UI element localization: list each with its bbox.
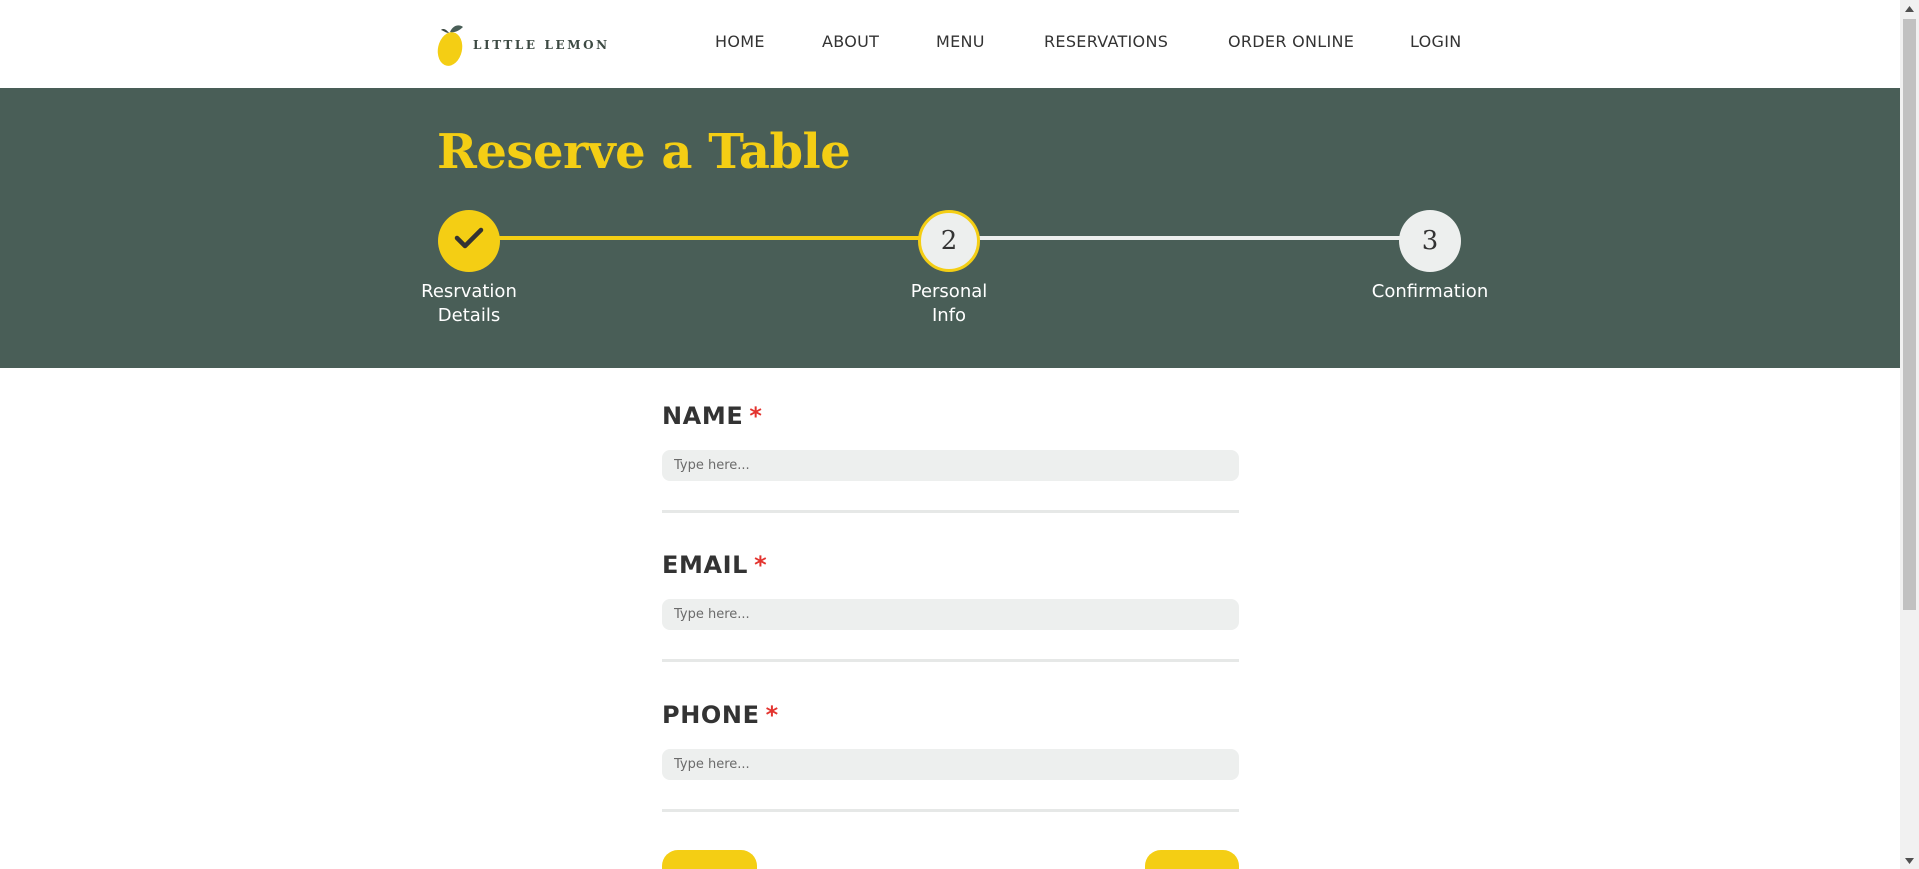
main-nav: HOME ABOUT MENU RESERVATIONS ORDER ONLIN… [0, 32, 1900, 56]
back-button[interactable]: Back [662, 850, 757, 869]
phone-input[interactable] [662, 749, 1239, 780]
email-field: EMAIL * [662, 549, 1239, 662]
name-input[interactable] [662, 450, 1239, 481]
page: LITTLE LEMON HOME ABOUT MENU RESERVATION… [0, 0, 1900, 869]
step-2-number: 2 [940, 226, 958, 256]
step-3-label: Confirmation [1340, 280, 1520, 304]
phone-field: PHONE * [662, 699, 1239, 812]
required-marker: * [765, 701, 779, 729]
step-connector-completed [468, 236, 949, 240]
nav-menu[interactable]: MENU [936, 32, 985, 51]
nav-login[interactable]: LOGIN [1410, 32, 1462, 51]
phone-label: PHONE * [662, 699, 1239, 731]
next-button[interactable]: Next [1145, 850, 1239, 869]
name-field: NAME * [662, 400, 1239, 513]
field-divider [662, 510, 1239, 513]
step-2-label-line2: Info [931, 305, 967, 326]
page-scrollbar[interactable] [1900, 0, 1919, 869]
email-label: EMAIL * [662, 549, 1239, 581]
field-divider [662, 659, 1239, 662]
scroll-down-icon[interactable] [1900, 852, 1919, 869]
step-2-label-line1: Personal [910, 281, 988, 302]
nav-home[interactable]: HOME [715, 32, 765, 51]
step-3-number: 3 [1421, 226, 1439, 256]
scrollbar-thumb[interactable] [1903, 19, 1916, 610]
step-1-label-line1: Resrvation [421, 281, 517, 302]
name-label-text: NAME [662, 402, 744, 430]
name-label: NAME * [662, 400, 1239, 432]
page-title: Reserve a Table [437, 124, 851, 180]
nav-order-online[interactable]: ORDER ONLINE [1228, 32, 1354, 51]
nav-about[interactable]: ABOUT [822, 32, 879, 51]
scroll-up-icon[interactable] [1900, 0, 1919, 17]
step-3-indicator: 3 [1399, 210, 1461, 272]
step-1-label-line2: Details [437, 305, 501, 326]
field-divider [662, 809, 1239, 812]
step-1-indicator [438, 210, 500, 272]
site-header: LITTLE LEMON HOME ABOUT MENU RESERVATION… [0, 0, 1900, 88]
step-2-indicator: 2 [918, 210, 980, 272]
phone-label-text: PHONE [662, 701, 760, 729]
required-marker: * [749, 402, 763, 430]
email-input[interactable] [662, 599, 1239, 630]
reservation-hero: Reserve a Table 2 3 Resrvation Details P… [0, 88, 1900, 368]
step-1-label: Resrvation Details [379, 280, 559, 328]
nav-reservations[interactable]: RESERVATIONS [1044, 32, 1168, 51]
required-marker: * [754, 551, 768, 579]
email-label-text: EMAIL [662, 551, 749, 579]
step-3-label-line1: Confirmation [1371, 281, 1489, 302]
check-icon [454, 226, 484, 257]
step-connector-pending [949, 236, 1430, 240]
step-2-label: Personal Info [859, 280, 1039, 328]
